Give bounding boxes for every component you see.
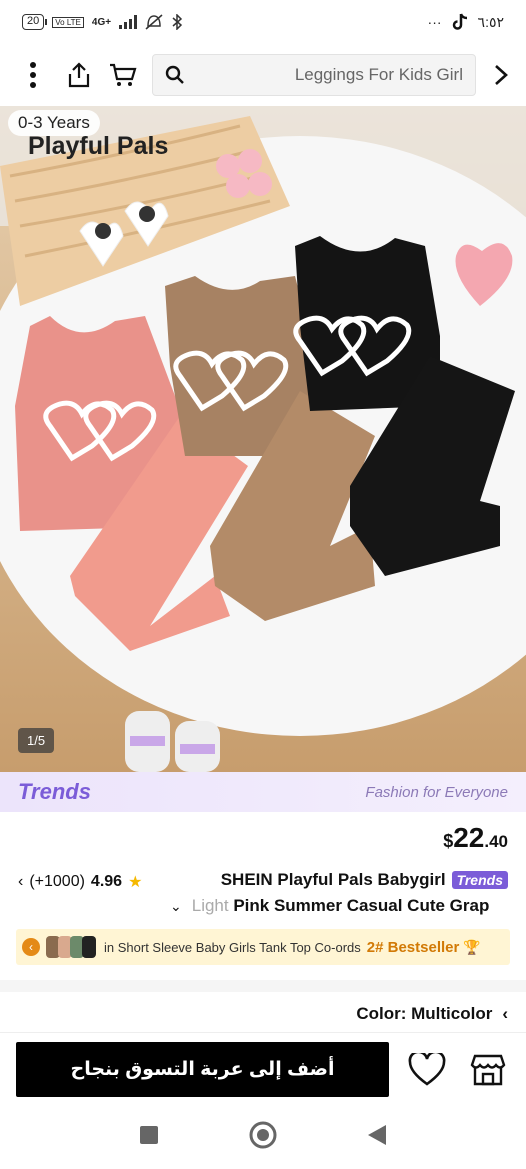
- price-main: 22: [453, 822, 485, 853]
- rating-score: 4.96: [90, 873, 123, 890]
- search-query: Leggings For Kids Girl: [294, 65, 463, 84]
- chevron-left-icon: ‹: [18, 873, 24, 890]
- tiktok-icon: [452, 13, 467, 30]
- store-icon[interactable]: [466, 1049, 510, 1091]
- trends-banner[interactable]: Trends Fashion for Everyone: [0, 772, 526, 812]
- recent-apps-icon[interactable]: [139, 1125, 159, 1150]
- home-icon[interactable]: [249, 1121, 277, 1154]
- size-tag: 0-3 Years: [8, 110, 100, 136]
- title-continued: Pink Summer Casual Cute Grap: [228, 896, 490, 915]
- chevron-right-icon[interactable]: [490, 56, 512, 94]
- review-count: (+1000): [29, 873, 85, 890]
- page-indicator: 1/5: [18, 728, 55, 753]
- price-cents: .40: [484, 832, 508, 851]
- more-dots: ···: [427, 14, 442, 30]
- trends-logo: Trends: [18, 779, 91, 804]
- chevron-left-icon: ‹: [502, 1004, 508, 1023]
- price: $ 22 .40: [443, 822, 508, 854]
- cart-icon[interactable]: [104, 56, 142, 94]
- product-title-line1: SHEIN Playful Pals Babygirl Trends: [221, 870, 508, 890]
- title-faded: Light: [191, 896, 229, 915]
- bestseller-strip[interactable]: ‹ in Short Sleeve Baby Girls Tank Top Co…: [16, 929, 510, 965]
- trends-tagline: Fashion for Everyone: [365, 783, 508, 801]
- color-selector[interactable]: Color: Multicolor ‹: [356, 1004, 508, 1024]
- battery-icon: 20: [22, 14, 48, 30]
- add-to-cart-button[interactable]: أضف إلى عربة التسوق بنجاح: [16, 1042, 389, 1097]
- wishlist-heart-icon[interactable]: [406, 1049, 448, 1091]
- bestseller-thumbnails: [46, 936, 96, 958]
- trophy-icon: 🏆: [463, 938, 481, 955]
- trends-badge: Trends: [451, 871, 508, 889]
- more-vertical-icon[interactable]: [14, 56, 52, 94]
- thumbnail: [82, 936, 96, 958]
- price-currency: $: [443, 831, 454, 851]
- top-nav: Leggings For Kids Girl: [0, 44, 526, 106]
- status-bar: 20 Vo LTE 4G+ ··· ٦:٥٢: [0, 0, 526, 44]
- brand-watermark: Playful Pals: [28, 132, 168, 160]
- product-image[interactable]: Playful Pals: [0, 106, 526, 772]
- share-icon[interactable]: [60, 56, 98, 94]
- system-navigation: [0, 1106, 526, 1169]
- clock: ٦:٥٢: [477, 13, 504, 30]
- network-type: 4G+: [91, 16, 112, 28]
- bottom-action-bar: أضف إلى عربة التسوق بنجاح: [0, 1032, 526, 1106]
- color-label: Color: Multicolor: [356, 1004, 493, 1023]
- rating[interactable]: ‹ (+1000) 4.96 ★: [18, 872, 142, 892]
- battery-level: 20: [27, 15, 40, 27]
- mute-icon: [145, 14, 163, 30]
- search-input[interactable]: Leggings For Kids Girl: [152, 54, 476, 96]
- product-title: SHEIN Playful Pals Babygirl: [220, 870, 446, 889]
- bestseller-rank: 2# Bestseller: [366, 938, 460, 956]
- volte-label: Vo LTE: [52, 16, 84, 28]
- chevron-down-icon[interactable]: ⌄: [170, 898, 182, 915]
- bestseller-text: in Short Sleeve Baby Girls Tank Top Co-o…: [104, 939, 361, 955]
- signal-icon: [119, 15, 138, 29]
- back-icon[interactable]: [367, 1124, 387, 1151]
- section-divider: [0, 980, 526, 992]
- chevron-left-icon: ‹: [22, 938, 40, 956]
- bluetooth-icon: [172, 14, 183, 30]
- product-title-line2[interactable]: ⌄ Light Pink Summer Casual Cute Grap: [170, 896, 508, 916]
- search-icon[interactable]: [165, 65, 185, 85]
- star-icon: ★: [128, 874, 143, 891]
- product-photo: Playful Pals: [0, 106, 526, 772]
